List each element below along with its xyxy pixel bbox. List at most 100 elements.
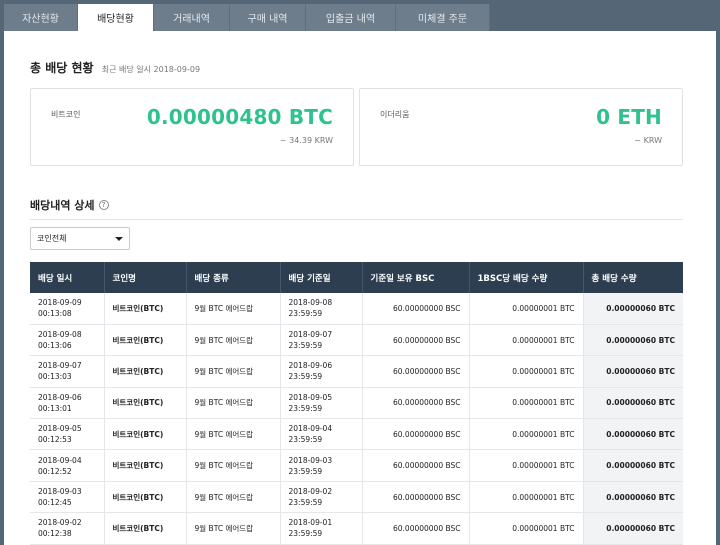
table-row: 2018-09-06 00:13:01 비트코인(BTC) 9월 BTC 에어드랍 20… (30, 387, 683, 420)
table-row: 2018-09-03 00:12:45 비트코인(BTC) 9월 BTC 에어드랍 20… (30, 481, 683, 514)
tab-dividend-status[interactable]: 배당현황 (78, 4, 154, 31)
table-row: 2018-09-05 00:12:53 비트코인(BTC) 9월 BTC 에어드랍 20… (30, 418, 683, 451)
cell-total: 0.00000060 BTC (583, 449, 683, 482)
cell-date-day: 2018-09-08 (38, 330, 82, 340)
cell-date-time: 00:12:53 (38, 435, 72, 445)
cell-date: 2018-09-09 00:13:08 (30, 293, 105, 325)
eth-total-amount: 0 ETH (596, 105, 662, 129)
cell-base-date: 2018-09-04 23:59:59 (280, 418, 363, 451)
cell-holding: 60.00000000 BSC (362, 355, 470, 388)
dividend-table: 배당 일시 코인명 배당 종류 배당 기준일 기준일 보유 BSC 1BSC당 … (30, 262, 683, 545)
cell-base-time: 23:59:59 (288, 341, 323, 351)
cell-coin: 비트코인(BTC) (104, 449, 187, 482)
cell-per-bsc: 0.00000001 BTC (469, 418, 584, 451)
cell-date-day: 2018-09-06 (38, 392, 82, 402)
cell-date-time: 00:13:08 (38, 309, 72, 319)
cell-holding: 60.00000000 BSC (362, 512, 470, 545)
cell-date: 2018-09-03 00:12:45 (30, 481, 105, 514)
cell-date-day: 2018-09-05 (38, 424, 82, 434)
cell-base-day: 2018-09-03 (288, 455, 333, 465)
cell-base-time: 23:59:59 (288, 498, 323, 508)
cell-type: 9월 BTC 에어드랍 (186, 481, 281, 514)
cell-base-time: 23:59:59 (288, 403, 323, 413)
cell-coin: 비트코인(BTC) (104, 293, 187, 325)
tab-purchase-history[interactable]: 구매 내역 (230, 4, 306, 31)
cell-date-time: 00:13:06 (38, 341, 72, 351)
cell-coin: 비트코인(BTC) (104, 355, 187, 388)
eth-card-label: 이더리움 (380, 110, 410, 119)
col-header-coin: 코인명 (104, 262, 187, 293)
cell-date: 2018-09-02 00:12:38 (30, 512, 105, 545)
cell-date-time: 00:13:01 (38, 403, 72, 413)
cell-base-time: 23:59:59 (288, 372, 323, 382)
cell-base-date: 2018-09-01 23:59:59 (280, 512, 363, 545)
cell-base-day: 2018-09-04 (288, 424, 333, 434)
cell-total: 0.00000060 BTC (583, 512, 683, 545)
cell-date: 2018-09-06 00:13:01 (30, 387, 105, 420)
table-row: 2018-09-08 00:13:06 비트코인(BTC) 9월 BTC 에어드랍 20… (30, 324, 683, 357)
col-header-total: 총 배당 수량 (583, 262, 683, 293)
cell-base-date: 2018-09-07 23:59:59 (280, 324, 363, 357)
coin-filter-select[interactable]: 코인전체 (30, 227, 130, 250)
table-row: 2018-09-04 00:12:52 비트코인(BTC) 9월 BTC 에어드랍 20… (30, 449, 683, 482)
cell-coin: 비트코인(BTC) (104, 418, 187, 451)
cell-date-day: 2018-09-04 (38, 455, 82, 465)
cell-base-time: 23:59:59 (288, 309, 323, 319)
cell-total: 0.00000060 BTC (583, 387, 683, 420)
cell-total: 0.00000060 BTC (583, 324, 683, 357)
cell-holding: 60.00000000 BSC (362, 387, 470, 420)
btc-dividend-card: 비트코인 0.00000480 BTC ~ 34.39 KRW (30, 88, 354, 166)
cell-coin: 비트코인(BTC) (104, 481, 187, 514)
tab-open-orders[interactable]: 미체결 주문 (396, 4, 490, 31)
cell-coin: 비트코인(BTC) (104, 387, 187, 420)
col-header-type: 배당 종류 (186, 262, 281, 293)
tab-trade-history[interactable]: 거래내역 (154, 4, 230, 31)
cell-type: 9월 BTC 에어드랍 (186, 324, 281, 357)
cell-coin: 비트코인(BTC) (104, 324, 187, 357)
tab-deposit-withdraw-history[interactable]: 입출금 내역 (306, 4, 396, 31)
cell-per-bsc: 0.00000001 BTC (469, 449, 584, 482)
cell-coin: 비트코인(BTC) (104, 512, 187, 545)
cell-date-day: 2018-09-02 (38, 518, 82, 528)
cell-per-bsc: 0.00000001 BTC (469, 481, 584, 514)
cell-date: 2018-09-04 00:12:52 (30, 449, 105, 482)
detail-title-text: 배당내역 상세 (30, 199, 95, 212)
cell-date: 2018-09-08 00:13:06 (30, 324, 105, 357)
cell-per-bsc: 0.00000001 BTC (469, 293, 584, 325)
cell-holding: 60.00000000 BSC (362, 449, 470, 482)
cell-holding: 60.00000000 BSC (362, 418, 470, 451)
cell-type: 9월 BTC 에어드랍 (186, 355, 281, 388)
cell-type: 9월 BTC 에어드랍 (186, 293, 281, 325)
cell-total: 0.00000060 BTC (583, 293, 683, 325)
summary-title: 총 배당 현황 최근 배당 일시 2018-09-09 (30, 59, 200, 76)
cell-base-day: 2018-09-06 (288, 361, 333, 371)
cell-base-time: 23:59:59 (288, 466, 323, 476)
cell-date-time: 00:12:52 (38, 466, 72, 476)
eth-krw-value: ~ KRW (634, 136, 662, 145)
help-icon[interactable]: ? (98, 200, 109, 210)
cell-date-day: 2018-09-03 (38, 487, 82, 497)
cell-per-bsc: 0.00000001 BTC (469, 324, 584, 357)
cell-base-date: 2018-09-05 23:59:59 (280, 387, 363, 420)
detail-section-title: 배당내역 상세 ? (30, 197, 109, 213)
table-row: 2018-09-02 00:12:38 비트코인(BTC) 9월 BTC 에어드랍 20… (30, 512, 683, 545)
cell-total: 0.00000060 BTC (583, 355, 683, 388)
cell-holding: 60.00000000 BSC (362, 324, 470, 357)
cell-base-day: 2018-09-08 (288, 298, 333, 308)
cell-date: 2018-09-05 00:12:53 (30, 418, 105, 451)
btc-card-label: 비트코인 (51, 110, 81, 119)
cell-base-time: 23:59:59 (288, 435, 323, 445)
recent-dividend-date: 최근 배당 일시 2018-09-09 (101, 65, 201, 74)
btc-krw-value: ~ 34.39 KRW (279, 136, 333, 145)
section-divider (30, 219, 683, 220)
col-header-base-date: 배당 기준일 (280, 262, 363, 293)
cell-base-date: 2018-09-03 23:59:59 (280, 449, 363, 482)
dividend-panel: 총 배당 현황 최근 배당 일시 2018-09-09 비트코인 0.00000… (4, 31, 716, 545)
cell-base-date: 2018-09-06 23:59:59 (280, 355, 363, 388)
table-row: 2018-09-09 00:13:08 비트코인(BTC) 9월 BTC 에어드랍 20… (30, 293, 683, 325)
cell-per-bsc: 0.00000001 BTC (469, 355, 584, 388)
eth-dividend-card: 이더리움 0 ETH ~ KRW (359, 88, 683, 166)
cell-date-time: 00:12:38 (38, 529, 72, 539)
cell-date: 2018-09-07 00:13:03 (30, 355, 105, 388)
tab-asset-status[interactable]: 자산현황 (4, 4, 78, 31)
